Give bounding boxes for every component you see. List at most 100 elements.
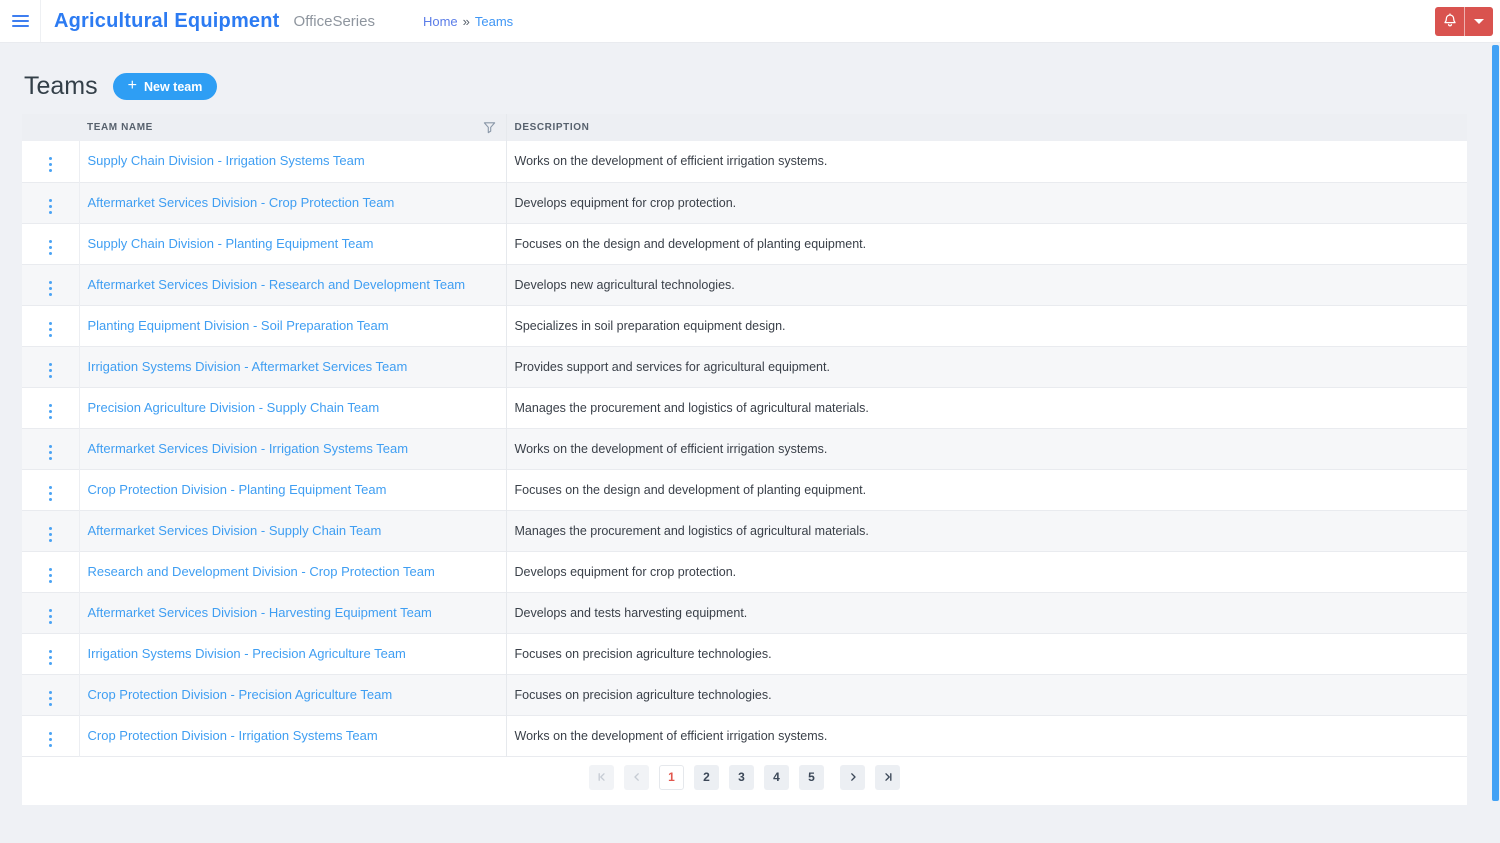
kebab-menu-icon[interactable] bbox=[46, 278, 55, 299]
app-header: Agricultural Equipment OfficeSeries Home… bbox=[0, 0, 1500, 43]
kebab-menu-icon[interactable] bbox=[46, 319, 55, 340]
table-row: Supply Chain Division - Irrigation Syste… bbox=[22, 141, 1467, 182]
page-button-5[interactable]: 5 bbox=[799, 764, 824, 790]
table-row: Aftermarket Services Division - Harvesti… bbox=[22, 592, 1467, 633]
team-name-link[interactable]: Irrigation Systems Division - Aftermarke… bbox=[88, 359, 408, 374]
team-description: Manages the procurement and logistics of… bbox=[514, 523, 869, 538]
breadcrumb-home-link[interactable]: Home bbox=[423, 14, 458, 29]
page-head: Teams + New team bbox=[0, 43, 1500, 103]
table-row: Irrigation Systems Division - Precision … bbox=[22, 633, 1467, 674]
table-row: Research and Development Division - Crop… bbox=[22, 551, 1467, 592]
team-description: Works on the development of efficient ir… bbox=[514, 154, 828, 169]
filter-funnel-icon[interactable] bbox=[483, 121, 496, 137]
teams-table: TEAM NAME DESCRIPTION Supply Chain Divis… bbox=[22, 114, 1467, 757]
team-description: Develops equipment for crop protection. bbox=[514, 195, 737, 210]
team-description: Provides support and services for agricu… bbox=[514, 359, 830, 374]
kebab-menu-icon[interactable] bbox=[46, 360, 55, 381]
kebab-menu-icon[interactable] bbox=[46, 196, 55, 217]
team-name-link[interactable]: Planting Equipment Division - Soil Prepa… bbox=[88, 318, 389, 333]
team-name-link[interactable]: Aftermarket Services Division - Crop Pro… bbox=[88, 195, 395, 210]
table-row: Aftermarket Services Division - Crop Pro… bbox=[22, 182, 1467, 223]
team-description: Focuses on precision agriculture technol… bbox=[514, 646, 772, 661]
app-title: Agricultural Equipment bbox=[54, 9, 280, 32]
team-name-link[interactable]: Crop Protection Division - Planting Equi… bbox=[88, 482, 387, 497]
chevron-bar-right-icon bbox=[884, 773, 891, 781]
breadcrumb-separator: » bbox=[462, 13, 470, 29]
menu-icon[interactable] bbox=[0, 0, 40, 42]
kebab-menu-icon[interactable] bbox=[46, 647, 55, 668]
bell-icon bbox=[1442, 12, 1458, 31]
kebab-menu-icon[interactable] bbox=[46, 483, 55, 504]
page-button-3[interactable]: 3 bbox=[729, 764, 754, 790]
kebab-menu-icon[interactable] bbox=[46, 565, 55, 586]
kebab-menu-icon[interactable] bbox=[46, 401, 55, 422]
menu-column-header bbox=[22, 114, 79, 141]
next-page-button[interactable] bbox=[840, 764, 865, 790]
suite-label: OfficeSeries bbox=[293, 12, 375, 30]
kebab-menu-icon[interactable] bbox=[46, 154, 55, 175]
page-scrollbar-thumb[interactable] bbox=[1492, 45, 1499, 801]
team-name-column-header: TEAM NAME bbox=[79, 114, 507, 141]
table-header-row: TEAM NAME DESCRIPTION bbox=[22, 114, 1467, 141]
table-body: Supply Chain Division - Irrigation Syste… bbox=[22, 141, 1467, 756]
team-description: Works on the development of efficient ir… bbox=[514, 728, 828, 743]
header-actions bbox=[1435, 6, 1493, 36]
team-description: Specializes in soil preparation equipmen… bbox=[514, 318, 786, 333]
team-name-link[interactable]: Supply Chain Division - Irrigation Syste… bbox=[88, 153, 365, 168]
chevron-left-icon bbox=[633, 773, 639, 781]
chevron-right-icon bbox=[850, 773, 856, 781]
previous-page-button[interactable] bbox=[624, 764, 649, 790]
table-row: Irrigation Systems Division - Aftermarke… bbox=[22, 346, 1467, 387]
table-row: Crop Protection Division - Planting Equi… bbox=[22, 469, 1467, 510]
kebab-menu-icon[interactable] bbox=[46, 688, 55, 709]
table-row: Crop Protection Division - Irrigation Sy… bbox=[22, 715, 1467, 756]
page-button-2[interactable]: 2 bbox=[694, 764, 719, 790]
notifications-button[interactable] bbox=[1435, 6, 1465, 36]
team-description: Works on the development of efficient ir… bbox=[514, 441, 828, 456]
main-content: Teams + New team TEAM NAME DESCRIPTION S… bbox=[0, 43, 1500, 805]
team-name-link[interactable]: Crop Protection Division - Precision Agr… bbox=[88, 687, 393, 702]
breadcrumb: Home » Teams bbox=[423, 14, 513, 29]
new-team-button-label: New team bbox=[143, 79, 203, 94]
page-button-4[interactable]: 4 bbox=[764, 764, 789, 790]
table-row: Supply Chain Division - Planting Equipme… bbox=[22, 223, 1467, 264]
team-name-link[interactable]: Supply Chain Division - Planting Equipme… bbox=[88, 236, 374, 251]
teams-table-card: TEAM NAME DESCRIPTION Supply Chain Divis… bbox=[22, 114, 1467, 805]
caret-down-icon bbox=[1474, 18, 1484, 24]
kebab-menu-icon[interactable] bbox=[46, 524, 55, 545]
chevron-bar-left-icon bbox=[598, 773, 605, 781]
table-row: Aftermarket Services Division - Irrigati… bbox=[22, 428, 1467, 469]
breadcrumb-current-link[interactable]: Teams bbox=[475, 14, 513, 29]
team-description: Focuses on precision agriculture technol… bbox=[514, 687, 772, 702]
table-row: Planting Equipment Division - Soil Prepa… bbox=[22, 305, 1467, 346]
header-dropdown-button[interactable] bbox=[1465, 6, 1493, 36]
team-name-link[interactable]: Precision Agriculture Division - Supply … bbox=[88, 400, 380, 415]
page-title: Teams bbox=[24, 72, 98, 100]
header-divider bbox=[40, 0, 41, 42]
last-page-button[interactable] bbox=[875, 764, 900, 790]
team-name-link[interactable]: Crop Protection Division - Irrigation Sy… bbox=[88, 728, 378, 743]
page-number-buttons: 12345 bbox=[659, 764, 824, 790]
team-description: Manages the procurement and logistics of… bbox=[514, 400, 869, 415]
first-page-button[interactable] bbox=[589, 764, 614, 790]
team-name-link[interactable]: Irrigation Systems Division - Precision … bbox=[88, 646, 406, 661]
description-column-header: DESCRIPTION bbox=[506, 114, 1467, 141]
team-description: Develops and tests harvesting equipment. bbox=[514, 605, 748, 620]
kebab-menu-icon[interactable] bbox=[46, 237, 55, 258]
team-name-link[interactable]: Aftermarket Services Division - Supply C… bbox=[88, 523, 382, 538]
team-name-header-label: TEAM NAME bbox=[87, 122, 153, 133]
kebab-menu-icon[interactable] bbox=[46, 606, 55, 627]
new-team-button[interactable]: + New team bbox=[112, 73, 218, 100]
table-row: Precision Agriculture Division - Supply … bbox=[22, 387, 1467, 428]
plus-icon: + bbox=[127, 77, 137, 94]
team-name-link[interactable]: Aftermarket Services Division - Irrigati… bbox=[88, 441, 409, 456]
team-name-link[interactable]: Aftermarket Services Division - Research… bbox=[88, 277, 466, 292]
page-button-1[interactable]: 1 bbox=[659, 764, 684, 790]
team-name-link[interactable]: Aftermarket Services Division - Harvesti… bbox=[88, 605, 432, 620]
kebab-menu-icon[interactable] bbox=[46, 729, 55, 750]
pagination: 12345 bbox=[22, 757, 1467, 805]
table-row: Aftermarket Services Division - Supply C… bbox=[22, 510, 1467, 551]
team-name-link[interactable]: Research and Development Division - Crop… bbox=[88, 564, 435, 579]
kebab-menu-icon[interactable] bbox=[46, 442, 55, 463]
table-row: Aftermarket Services Division - Research… bbox=[22, 264, 1467, 305]
